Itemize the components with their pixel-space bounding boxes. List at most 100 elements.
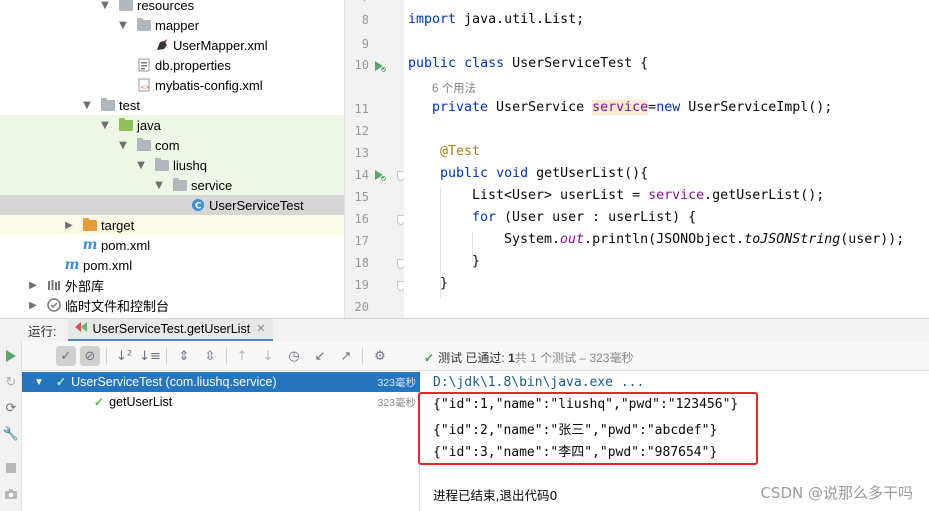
check-icon: ✓ — [424, 351, 435, 365]
code-line-method: public void getUserList(){ — [440, 166, 649, 181]
tree-item-test[interactable]: ▼ test — [0, 95, 344, 115]
tree-item-usermapper-xml[interactable]: UserMapper.xml — [0, 35, 344, 55]
test-suite-row[interactable]: ▼ ✓ UserServiceTest (com.liushq.service)… — [22, 372, 420, 392]
code-line-for: for (User user : userList) { — [472, 210, 697, 225]
chevron-down-icon[interactable]: ▼ — [116, 18, 130, 32]
project-tree: ▼ resources ▼ mapper UserMapper.xml db.p… — [0, 0, 344, 318]
run-toolwindow-header: 运行: UserServiceTest.getUserList ✕ — [0, 318, 929, 342]
expand-all-icon[interactable]: ⇕ — [174, 346, 194, 366]
line-number: 16 — [354, 212, 369, 226]
run-tab[interactable]: UserServiceTest.getUserList ✕ — [68, 318, 274, 342]
folder-icon — [136, 17, 152, 32]
tree-item-mybatis-config-xml[interactable]: <> mybatis-config.xml — [0, 75, 344, 95]
chevron-right-icon[interactable]: ▶ — [62, 218, 76, 232]
next-failed-icon[interactable]: ↓ — [258, 346, 278, 366]
sort-alphabetically-icon[interactable]: ↓² — [114, 346, 134, 366]
maven-icon: m — [64, 257, 80, 273]
line-number: 10 — [354, 58, 369, 72]
close-icon[interactable]: ✕ — [256, 322, 265, 335]
svg-text:C: C — [195, 202, 202, 212]
line-number: 17 — [354, 234, 369, 248]
line-number: 7 — [345, 0, 369, 4]
wrench-icon[interactable]: 🔧 — [3, 427, 19, 442]
console-exit-line: 进程已结束,退出代码0 — [433, 488, 558, 503]
test-sources-folder-icon — [118, 117, 134, 132]
chevron-down-icon[interactable]: ▼ — [116, 138, 130, 152]
previous-failed-icon[interactable]: ↑ — [232, 346, 252, 366]
line-number: 11 — [354, 102, 369, 116]
chevron-down-icon[interactable]: ▼ — [152, 178, 166, 192]
code-line-field: private UserService service=new UserServ… — [432, 100, 833, 115]
run-class-icon[interactable] — [373, 59, 387, 73]
test-run-config-icon — [74, 321, 88, 336]
line-number: 19 — [354, 278, 369, 292]
show-ignored-icon[interactable]: ⊘ — [80, 346, 100, 366]
import-tests-icon[interactable]: ↙ — [310, 346, 330, 366]
toggle-auto-test-icon[interactable]: ⟳ — [4, 401, 18, 416]
status-count: 1 — [504, 351, 515, 365]
run-test-icon[interactable] — [373, 168, 387, 182]
export-tests-icon[interactable]: ↗ — [336, 346, 356, 366]
maven-icon: m — [82, 237, 98, 253]
code-line-class: public class UserServiceTest { — [408, 56, 649, 71]
sort-by-duration-icon[interactable]: ↓≡ — [139, 346, 161, 366]
line-number: 13 — [354, 146, 369, 160]
tree-item-target[interactable]: ▶ target — [0, 215, 344, 235]
tree-item-resources[interactable]: ▼ resources — [0, 0, 344, 15]
tree-item-pom-xml-module[interactable]: m pom.xml — [0, 235, 344, 255]
show-passed-icon[interactable]: ✓ — [56, 346, 76, 366]
test-case-row[interactable]: ✓ getUserList 323毫秒 — [22, 392, 420, 412]
line-number: 15 — [354, 190, 369, 204]
tree-item-java[interactable]: ▼ java — [0, 115, 344, 135]
stop-icon[interactable] — [4, 461, 18, 475]
usage-hint[interactable]: 6 个用法 — [432, 80, 476, 96]
package-icon — [154, 157, 170, 172]
tree-item-liushq[interactable]: ▼ liushq — [0, 155, 344, 175]
test-runner-toolbar: ✓ ⊘ ↓² ↓≡ ⇕ ⇳ ↑ ↓ ◷ ↙ ↗ ⚙ ✓ 测试 已通过: 1共 1 … — [22, 341, 929, 371]
code-editor[interactable]: import java.util.List; public class User… — [404, 0, 929, 318]
rerun-failed-icon[interactable]: ↻ — [4, 375, 18, 390]
gear-icon[interactable]: ⚙ — [370, 346, 390, 366]
tree-item-com[interactable]: ▼ com — [0, 135, 344, 155]
chevron-down-icon[interactable]: ▼ — [22, 377, 56, 388]
line-number: 20 — [354, 300, 369, 314]
test-status: ✓ 测试 已通过: 1共 1 个测试 – 323毫秒 — [424, 349, 633, 366]
test-suite-label: UserServiceTest (com.liushq.service) — [71, 375, 277, 389]
code-line-close-method: } — [440, 276, 449, 291]
editor-gutter: 7 8 9 10 11 12 13 14 15 16 17 18 19 20 — [344, 0, 405, 318]
tree-item-mapper[interactable]: ▼ mapper — [0, 15, 344, 35]
line-number: 8 — [361, 13, 369, 27]
line-number: 12 — [354, 124, 369, 138]
chevron-down-icon[interactable]: ▼ — [98, 0, 112, 12]
properties-file-icon — [136, 58, 152, 72]
tree-item-service[interactable]: ▼ service — [0, 175, 344, 195]
console-line: {"id":1,"name":"liushq","pwd":"123456"} — [433, 397, 739, 412]
code-line-print: System.out.println(JSONObject.toJSONStri… — [504, 232, 905, 247]
libraries-icon — [46, 278, 62, 292]
camera-icon[interactable] — [4, 487, 18, 501]
code-line-annotation: @Test — [440, 144, 481, 159]
chevron-right-icon[interactable]: ▶ — [26, 278, 40, 292]
resources-folder-icon — [118, 0, 134, 12]
line-number: 18 — [354, 256, 369, 270]
rerun-icon[interactable] — [4, 349, 18, 363]
chevron-down-icon[interactable]: ▼ — [98, 118, 112, 132]
tree-item-pom-xml-root[interactable]: m pom.xml — [0, 255, 344, 275]
collapse-all-icon[interactable]: ⇳ — [200, 346, 220, 366]
test-duration: 323毫秒 — [377, 376, 416, 389]
chevron-right-icon[interactable]: ▶ — [26, 298, 40, 312]
svg-text:<>: <> — [140, 84, 150, 91]
code-line-list: List<User> userList = service.getUserLis… — [472, 188, 825, 203]
tree-item-scratches[interactable]: ▶ 临时文件和控制台 — [0, 295, 344, 315]
excluded-folder-icon — [82, 217, 98, 232]
folder-icon — [100, 97, 116, 112]
tree-item-db-properties[interactable]: db.properties — [0, 55, 344, 75]
tree-item-external-libraries[interactable]: ▶ 外部库 — [0, 275, 344, 295]
chevron-down-icon[interactable]: ▼ — [80, 98, 94, 112]
chevron-down-icon[interactable]: ▼ — [134, 158, 148, 172]
history-clock-icon[interactable]: ◷ — [284, 346, 304, 366]
line-number: 9 — [361, 37, 369, 51]
tree-item-userservicetest[interactable]: C UserServiceTest — [0, 195, 344, 215]
console-command: D:\jdk\1.8\bin\java.exe ... — [433, 375, 645, 390]
test-case-label: getUserList — [109, 395, 173, 409]
